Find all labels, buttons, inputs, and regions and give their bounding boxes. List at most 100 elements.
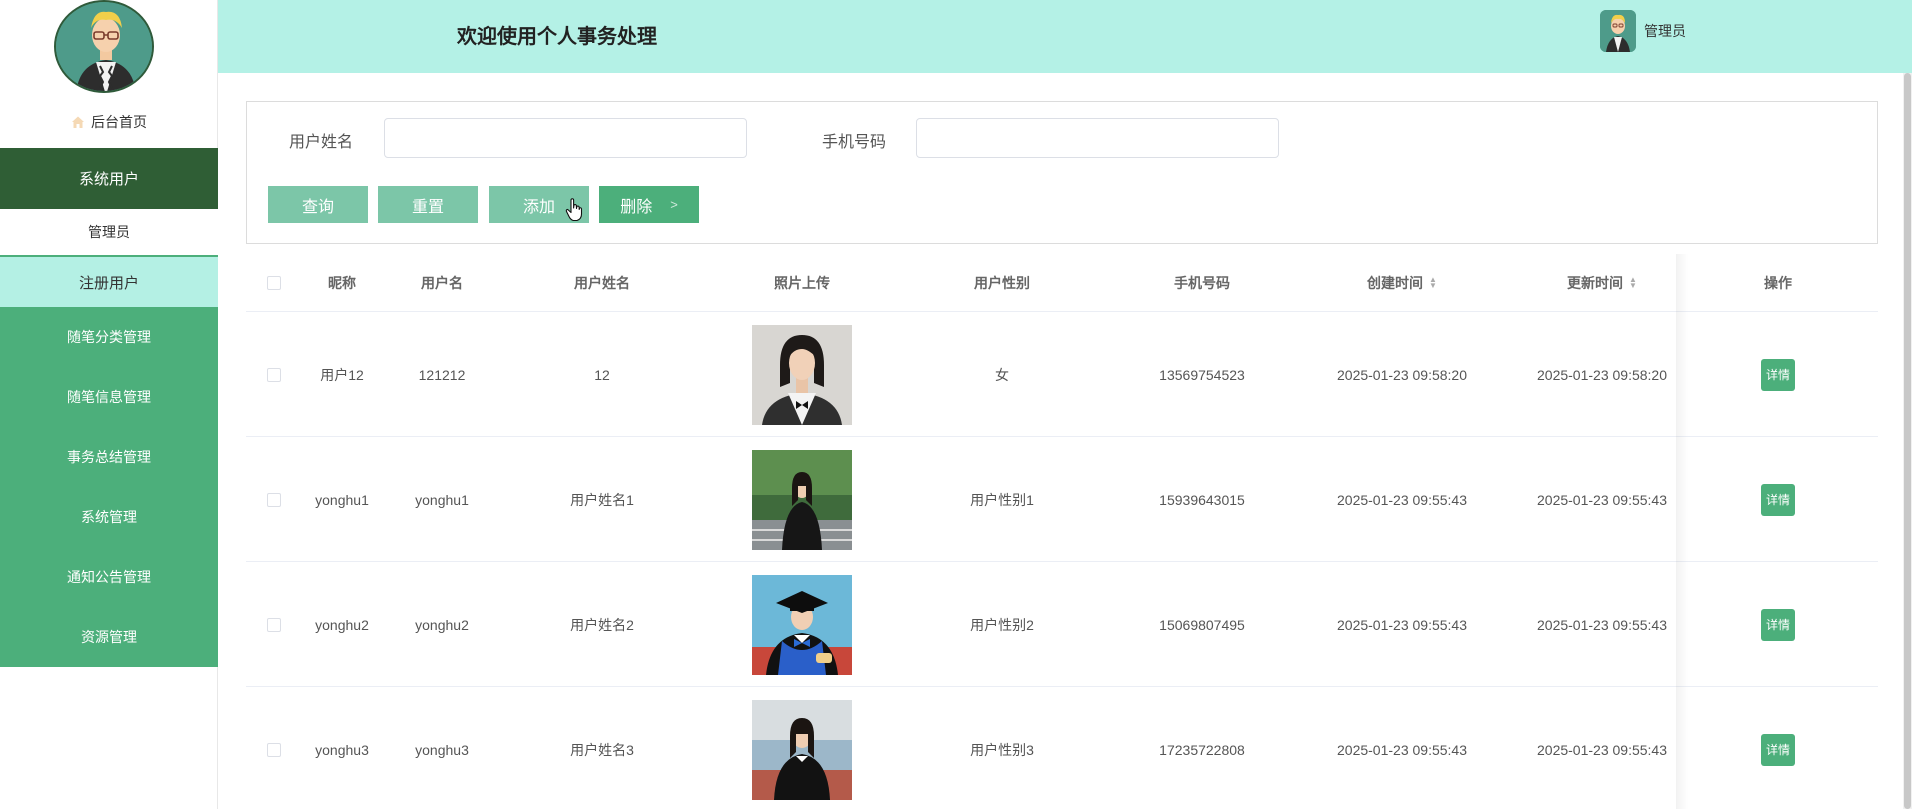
header-user[interactable]: 管理员 <box>1600 10 1686 52</box>
col-nickname: 昵称 <box>328 275 356 291</box>
hand-cursor-icon <box>565 198 583 222</box>
home-icon <box>72 116 84 128</box>
cell-gender: 用户性别1 <box>970 491 1034 508</box>
cell-phone: 17235722808 <box>1159 741 1245 758</box>
sidebar-home-link[interactable]: 后台首页 <box>0 110 218 134</box>
sidebar-item-notice[interactable]: 通知公告管理 <box>0 547 218 607</box>
cell-realname: 用户姓名3 <box>570 741 634 758</box>
sidebar-item-essay-category[interactable]: 随笔分类管理 <box>0 307 218 367</box>
scrollbar-thumb[interactable] <box>1904 73 1911 809</box>
row-checkbox[interactable] <box>267 367 281 382</box>
cell-photo <box>702 687 902 809</box>
cell-username: yonghu2 <box>415 616 469 633</box>
cell-phone: 15939643015 <box>1159 491 1245 508</box>
name-input[interactable] <box>384 118 747 158</box>
header-checkbox-cell <box>246 254 302 312</box>
sidebar-menu: 系统用户 管理员 注册用户 随笔分类管理 随笔信息管理 事务总结管理 系统管理 … <box>0 148 218 667</box>
sidebar-item-affairs-summary[interactable]: 事务总结管理 <box>0 427 218 487</box>
cell-photo <box>702 437 902 562</box>
page-scrollbar[interactable] <box>1903 73 1912 809</box>
user-photo[interactable] <box>752 449 852 550</box>
table-row: yonghu3 yonghu3 用户姓名3 用户性别3 17235722808 … <box>246 687 1878 809</box>
cell-updated: 2025-01-23 09:55:43 <box>1537 491 1667 508</box>
top-header: 欢迎使用个人事务处理 管理员 <box>218 0 1912 73</box>
cell-created: 2025-01-23 09:55:43 <box>1337 741 1467 758</box>
header-user-label: 管理员 <box>1644 23 1686 39</box>
cell-nickname: yonghu1 <box>315 491 369 508</box>
sidebar-home-label: 后台首页 <box>91 114 147 130</box>
col-action: 操作 <box>1764 275 1792 291</box>
user-photo[interactable] <box>752 324 852 425</box>
row-checkbox[interactable] <box>267 617 281 632</box>
cell-realname: 12 <box>594 366 610 383</box>
detail-button[interactable]: 详情 <box>1761 483 1795 516</box>
cell-created: 2025-01-23 09:58:20 <box>1337 366 1467 383</box>
avatar-illustration <box>56 2 152 91</box>
user-avatar-illustration <box>1600 10 1636 52</box>
add-button-label: 添加 <box>522 198 555 216</box>
row-checkbox-cell <box>246 312 302 437</box>
cell-realname: 用户姓名2 <box>570 616 634 633</box>
cell-username: 121212 <box>418 366 466 383</box>
cell-action: 详情 <box>1678 562 1878 687</box>
table-row: yonghu2 yonghu2 用户姓名2 用户性别2 15069807495 … <box>246 562 1878 687</box>
col-created[interactable]: 创建时间 ▲ ▼ <box>1302 254 1502 312</box>
col-gender: 用户性别 <box>974 275 1030 291</box>
delete-arrow-icon: > <box>670 197 678 212</box>
cell-updated: 2025-01-23 09:55:43 <box>1537 741 1667 758</box>
sidebar-item-resources[interactable]: 资源管理 <box>0 607 218 667</box>
user-photo[interactable] <box>752 699 852 800</box>
row-checkbox[interactable] <box>267 492 281 507</box>
cell-gender: 用户性别2 <box>970 616 1034 633</box>
phone-input[interactable] <box>916 118 1279 158</box>
cell-action: 详情 <box>1678 687 1878 809</box>
user-photo-image <box>752 699 852 800</box>
users-table: 昵称 用户名 用户姓名 照片上传 用户性别 手机号码 创建时间 ▲ ▼ 更新时间 … <box>246 254 1878 809</box>
sidebar-item-registered-users[interactable]: 注册用户 <box>0 257 218 307</box>
cell-realname: 用户姓名1 <box>570 491 634 508</box>
cell-phone: 15069807495 <box>1159 616 1245 633</box>
user-photo[interactable] <box>752 574 852 675</box>
query-button[interactable]: 查询 <box>268 186 368 223</box>
user-photo-image <box>752 574 852 675</box>
col-created-label: 创建时间 <box>1367 275 1424 291</box>
row-checkbox-cell <box>246 687 302 809</box>
col-photo: 照片上传 <box>774 275 830 291</box>
sidebar-item-system[interactable]: 系统管理 <box>0 487 218 547</box>
detail-button[interactable]: 详情 <box>1761 733 1795 766</box>
user-photo-image <box>752 449 852 550</box>
cell-nickname: yonghu2 <box>315 616 369 633</box>
row-checkbox[interactable] <box>267 742 281 757</box>
row-checkbox-cell <box>246 437 302 562</box>
col-updated-label: 更新时间 <box>1567 275 1624 291</box>
col-realname: 用户姓名 <box>574 275 630 291</box>
sidebar-group-system-users[interactable]: 系统用户 <box>0 148 218 209</box>
cell-nickname: yonghu3 <box>315 741 369 758</box>
delete-button[interactable]: 删除 > <box>599 186 699 223</box>
detail-button[interactable]: 详情 <box>1761 358 1795 391</box>
select-all-checkbox[interactable] <box>267 276 281 290</box>
user-photo-image <box>752 324 852 425</box>
cell-action: 详情 <box>1678 437 1878 562</box>
sidebar-item-essay-info[interactable]: 随笔信息管理 <box>0 367 218 427</box>
cell-gender: 用户性别3 <box>970 741 1034 758</box>
user-avatar <box>1600 10 1636 52</box>
cell-photo <box>702 562 902 687</box>
detail-button[interactable]: 详情 <box>1761 608 1795 641</box>
sidebar-avatar <box>54 0 154 93</box>
name-label: 用户姓名 <box>289 134 354 151</box>
cell-updated: 2025-01-23 09:58:20 <box>1537 366 1667 383</box>
sidebar: 后台首页 系统用户 管理员 注册用户 随笔分类管理 随笔信息管理 事务总结管理 … <box>0 0 218 809</box>
col-updated[interactable]: 更新时间 ▲ ▼ <box>1502 254 1702 312</box>
row-checkbox-cell <box>246 562 302 687</box>
table-header: 昵称 用户名 用户姓名 照片上传 用户性别 手机号码 创建时间 ▲ ▼ 更新时间 … <box>246 254 1878 312</box>
search-panel: 用户姓名 手机号码 查询 重置 添加 删除 > <box>246 101 1878 244</box>
cell-gender: 女 <box>995 366 1009 383</box>
table-row: 用户12 121212 12 女 13569754523 2025-01-23 … <box>246 312 1878 437</box>
reset-button[interactable]: 重置 <box>378 186 478 223</box>
cell-created: 2025-01-23 09:55:43 <box>1337 616 1467 633</box>
cell-action: 详情 <box>1678 312 1878 437</box>
col-username: 用户名 <box>421 275 463 291</box>
sidebar-item-admin[interactable]: 管理员 <box>0 209 218 257</box>
page-title: 欢迎使用个人事务处理 <box>457 26 657 48</box>
